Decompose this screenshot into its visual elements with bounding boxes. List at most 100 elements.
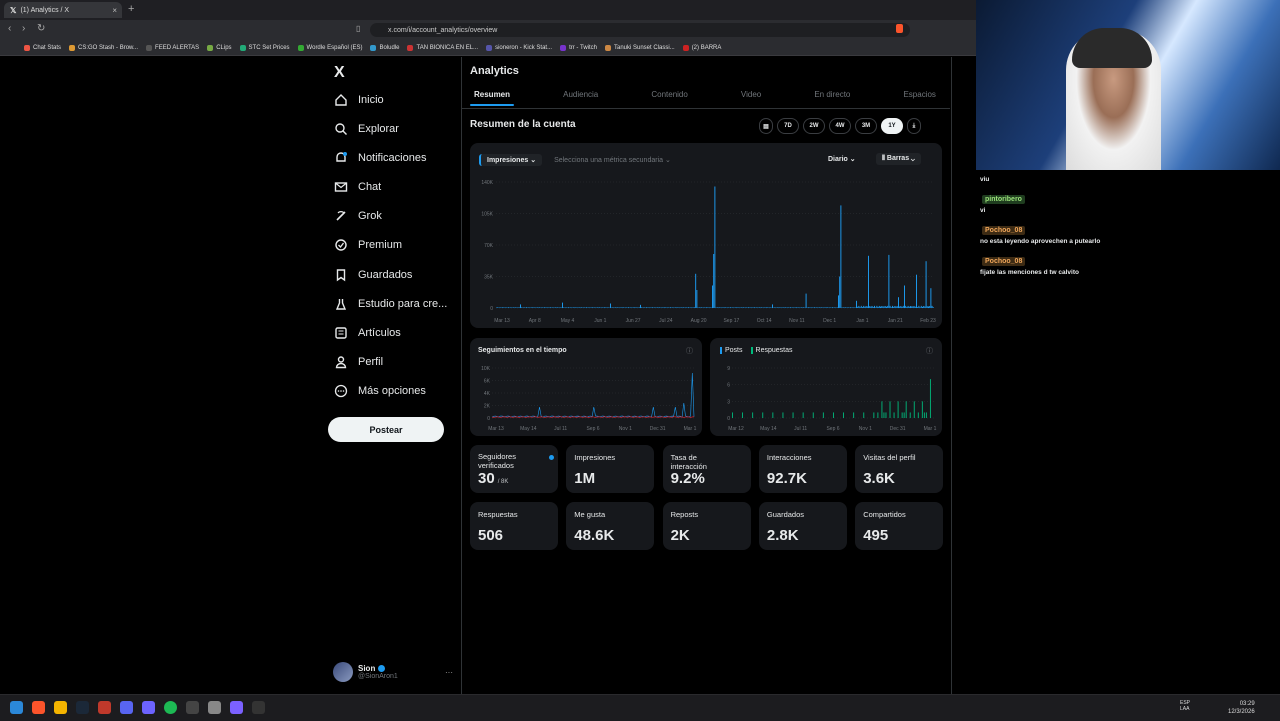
sidebar-item-chat[interactable]: Chat: [334, 176, 381, 198]
impressions-bar[interactable]: [617, 307, 618, 308]
bookmark-page-icon[interactable]: ▯: [356, 24, 360, 33]
impressions-bar[interactable]: [770, 307, 771, 308]
impressions-bar[interactable]: [821, 307, 822, 308]
impressions-bar[interactable]: [932, 306, 933, 308]
download-icon[interactable]: ⤓: [907, 118, 921, 134]
impressions-bar[interactable]: [796, 307, 797, 308]
impressions-bar[interactable]: [708, 307, 709, 308]
respuestas-bar[interactable]: [752, 412, 753, 418]
impressions-bar[interactable]: [834, 307, 835, 308]
legend-respuestas[interactable]: Respuestas: [751, 347, 793, 354]
impressions-bar[interactable]: [748, 307, 749, 308]
impressions-bar[interactable]: [557, 307, 558, 308]
impressions-bar[interactable]: [544, 307, 545, 308]
impressions-bar[interactable]: [677, 307, 678, 308]
respuestas-bar[interactable]: [924, 412, 925, 418]
impressions-bar[interactable]: [890, 306, 891, 308]
respuestas-bar[interactable]: [877, 412, 878, 418]
impressions-bar[interactable]: [594, 307, 595, 308]
impressions-bar[interactable]: [640, 305, 641, 308]
impressions-bar[interactable]: [717, 307, 718, 308]
impressions-bar[interactable]: [917, 307, 918, 308]
impressions-bar[interactable]: [636, 307, 637, 308]
impressions-bar[interactable]: [795, 307, 796, 308]
impressions-bar[interactable]: [584, 307, 585, 308]
bookmark-item[interactable]: Boludle: [370, 45, 399, 51]
impressions-bar[interactable]: [923, 306, 924, 308]
new-tab-button[interactable]: +: [128, 3, 134, 15]
impressions-bar[interactable]: [926, 261, 927, 308]
app-icon[interactable]: [208, 701, 221, 714]
impressions-bar[interactable]: [608, 307, 609, 308]
sidebar-item-explorar[interactable]: Explorar: [334, 118, 399, 140]
tab-contenido[interactable]: Contenido: [647, 90, 691, 99]
x-logo[interactable]: X: [334, 64, 345, 82]
respuestas-bar[interactable]: [906, 401, 907, 418]
impressions-bar[interactable]: [924, 307, 925, 308]
post-button[interactable]: Postear: [328, 417, 444, 442]
impressions-bar[interactable]: [867, 306, 868, 308]
range-4w[interactable]: 4W: [829, 118, 851, 134]
impressions-bar[interactable]: [738, 307, 739, 308]
impressions-bar[interactable]: [903, 306, 904, 308]
impressions-bar[interactable]: [591, 307, 592, 308]
impressions-bar[interactable]: [539, 307, 540, 308]
impressions-bar[interactable]: [597, 307, 598, 308]
impressions-bar[interactable]: [794, 307, 795, 308]
impressions-bar[interactable]: [706, 307, 707, 308]
impressions-bar[interactable]: [510, 307, 511, 308]
folder-icon[interactable]: [54, 701, 67, 714]
impressions-bar[interactable]: [621, 307, 622, 308]
impressions-bar[interactable]: [882, 306, 883, 308]
impressions-bar[interactable]: [816, 307, 817, 308]
impressions-bar[interactable]: [633, 307, 634, 308]
stat-card[interactable]: Seguidores verificados30/ 8K: [470, 445, 558, 493]
chat-username[interactable]: Pochoo_08: [982, 226, 1025, 235]
stat-card[interactable]: Visitas del perfil3.6K: [855, 445, 943, 493]
impressions-bar[interactable]: [657, 307, 658, 308]
impressions-bar[interactable]: [626, 307, 627, 308]
respuestas-bar[interactable]: [833, 412, 834, 418]
impressions-bar[interactable]: [845, 307, 846, 308]
more-icon[interactable]: ···: [445, 668, 453, 677]
stat-card[interactable]: Tasa de interacción9.2%: [663, 445, 751, 493]
impressions-bar[interactable]: [728, 307, 729, 308]
impressions-bar[interactable]: [566, 307, 567, 308]
stat-card[interactable]: Guardados2.8K: [759, 502, 847, 550]
impressions-bar[interactable]: [639, 307, 640, 308]
impressions-bar[interactable]: [920, 307, 921, 308]
range-7d[interactable]: 7D: [777, 118, 799, 134]
impressions-bar[interactable]: [858, 306, 859, 308]
impressions-bar[interactable]: [839, 277, 840, 309]
impressions-bar[interactable]: [516, 307, 517, 308]
impressions-bar[interactable]: [678, 307, 679, 308]
impressions-bar[interactable]: [848, 307, 849, 308]
secondary-metric-select[interactable]: Selecciona una métrica secundaria ⌄: [548, 154, 677, 166]
impressions-bar[interactable]: [696, 290, 697, 308]
impressions-bar[interactable]: [515, 307, 516, 308]
impressions-bar[interactable]: [754, 307, 755, 308]
sidebar-item-guardados[interactable]: Guardados: [334, 264, 412, 286]
impressions-bar[interactable]: [792, 307, 793, 308]
sidebar-item-notificaciones[interactable]: Notificaciones: [334, 147, 426, 169]
impressions-bar[interactable]: [827, 307, 828, 308]
impressions-bar[interactable]: [756, 307, 757, 308]
respuestas-bar[interactable]: [930, 379, 931, 418]
impressions-bar[interactable]: [555, 307, 556, 308]
impressions-bar[interactable]: [550, 307, 551, 308]
impressions-bar[interactable]: [651, 307, 652, 308]
impressions-bar[interactable]: [765, 307, 766, 308]
impressions-bar[interactable]: [911, 306, 912, 308]
range-1y[interactable]: 1Y: [881, 118, 903, 134]
impressions-bar[interactable]: [693, 307, 694, 308]
bookmark-item[interactable]: STC Set Prices: [240, 45, 290, 51]
spotify-icon[interactable]: [164, 701, 177, 714]
impressions-bar[interactable]: [683, 307, 684, 308]
impressions-bar[interactable]: [898, 297, 899, 308]
respuestas-bar[interactable]: [772, 412, 773, 418]
impressions-bar[interactable]: [873, 307, 874, 308]
impressions-bar[interactable]: [752, 307, 753, 308]
impressions-bar[interactable]: [870, 307, 871, 308]
impressions-bar[interactable]: [884, 306, 885, 308]
impressions-bar[interactable]: [908, 306, 909, 308]
